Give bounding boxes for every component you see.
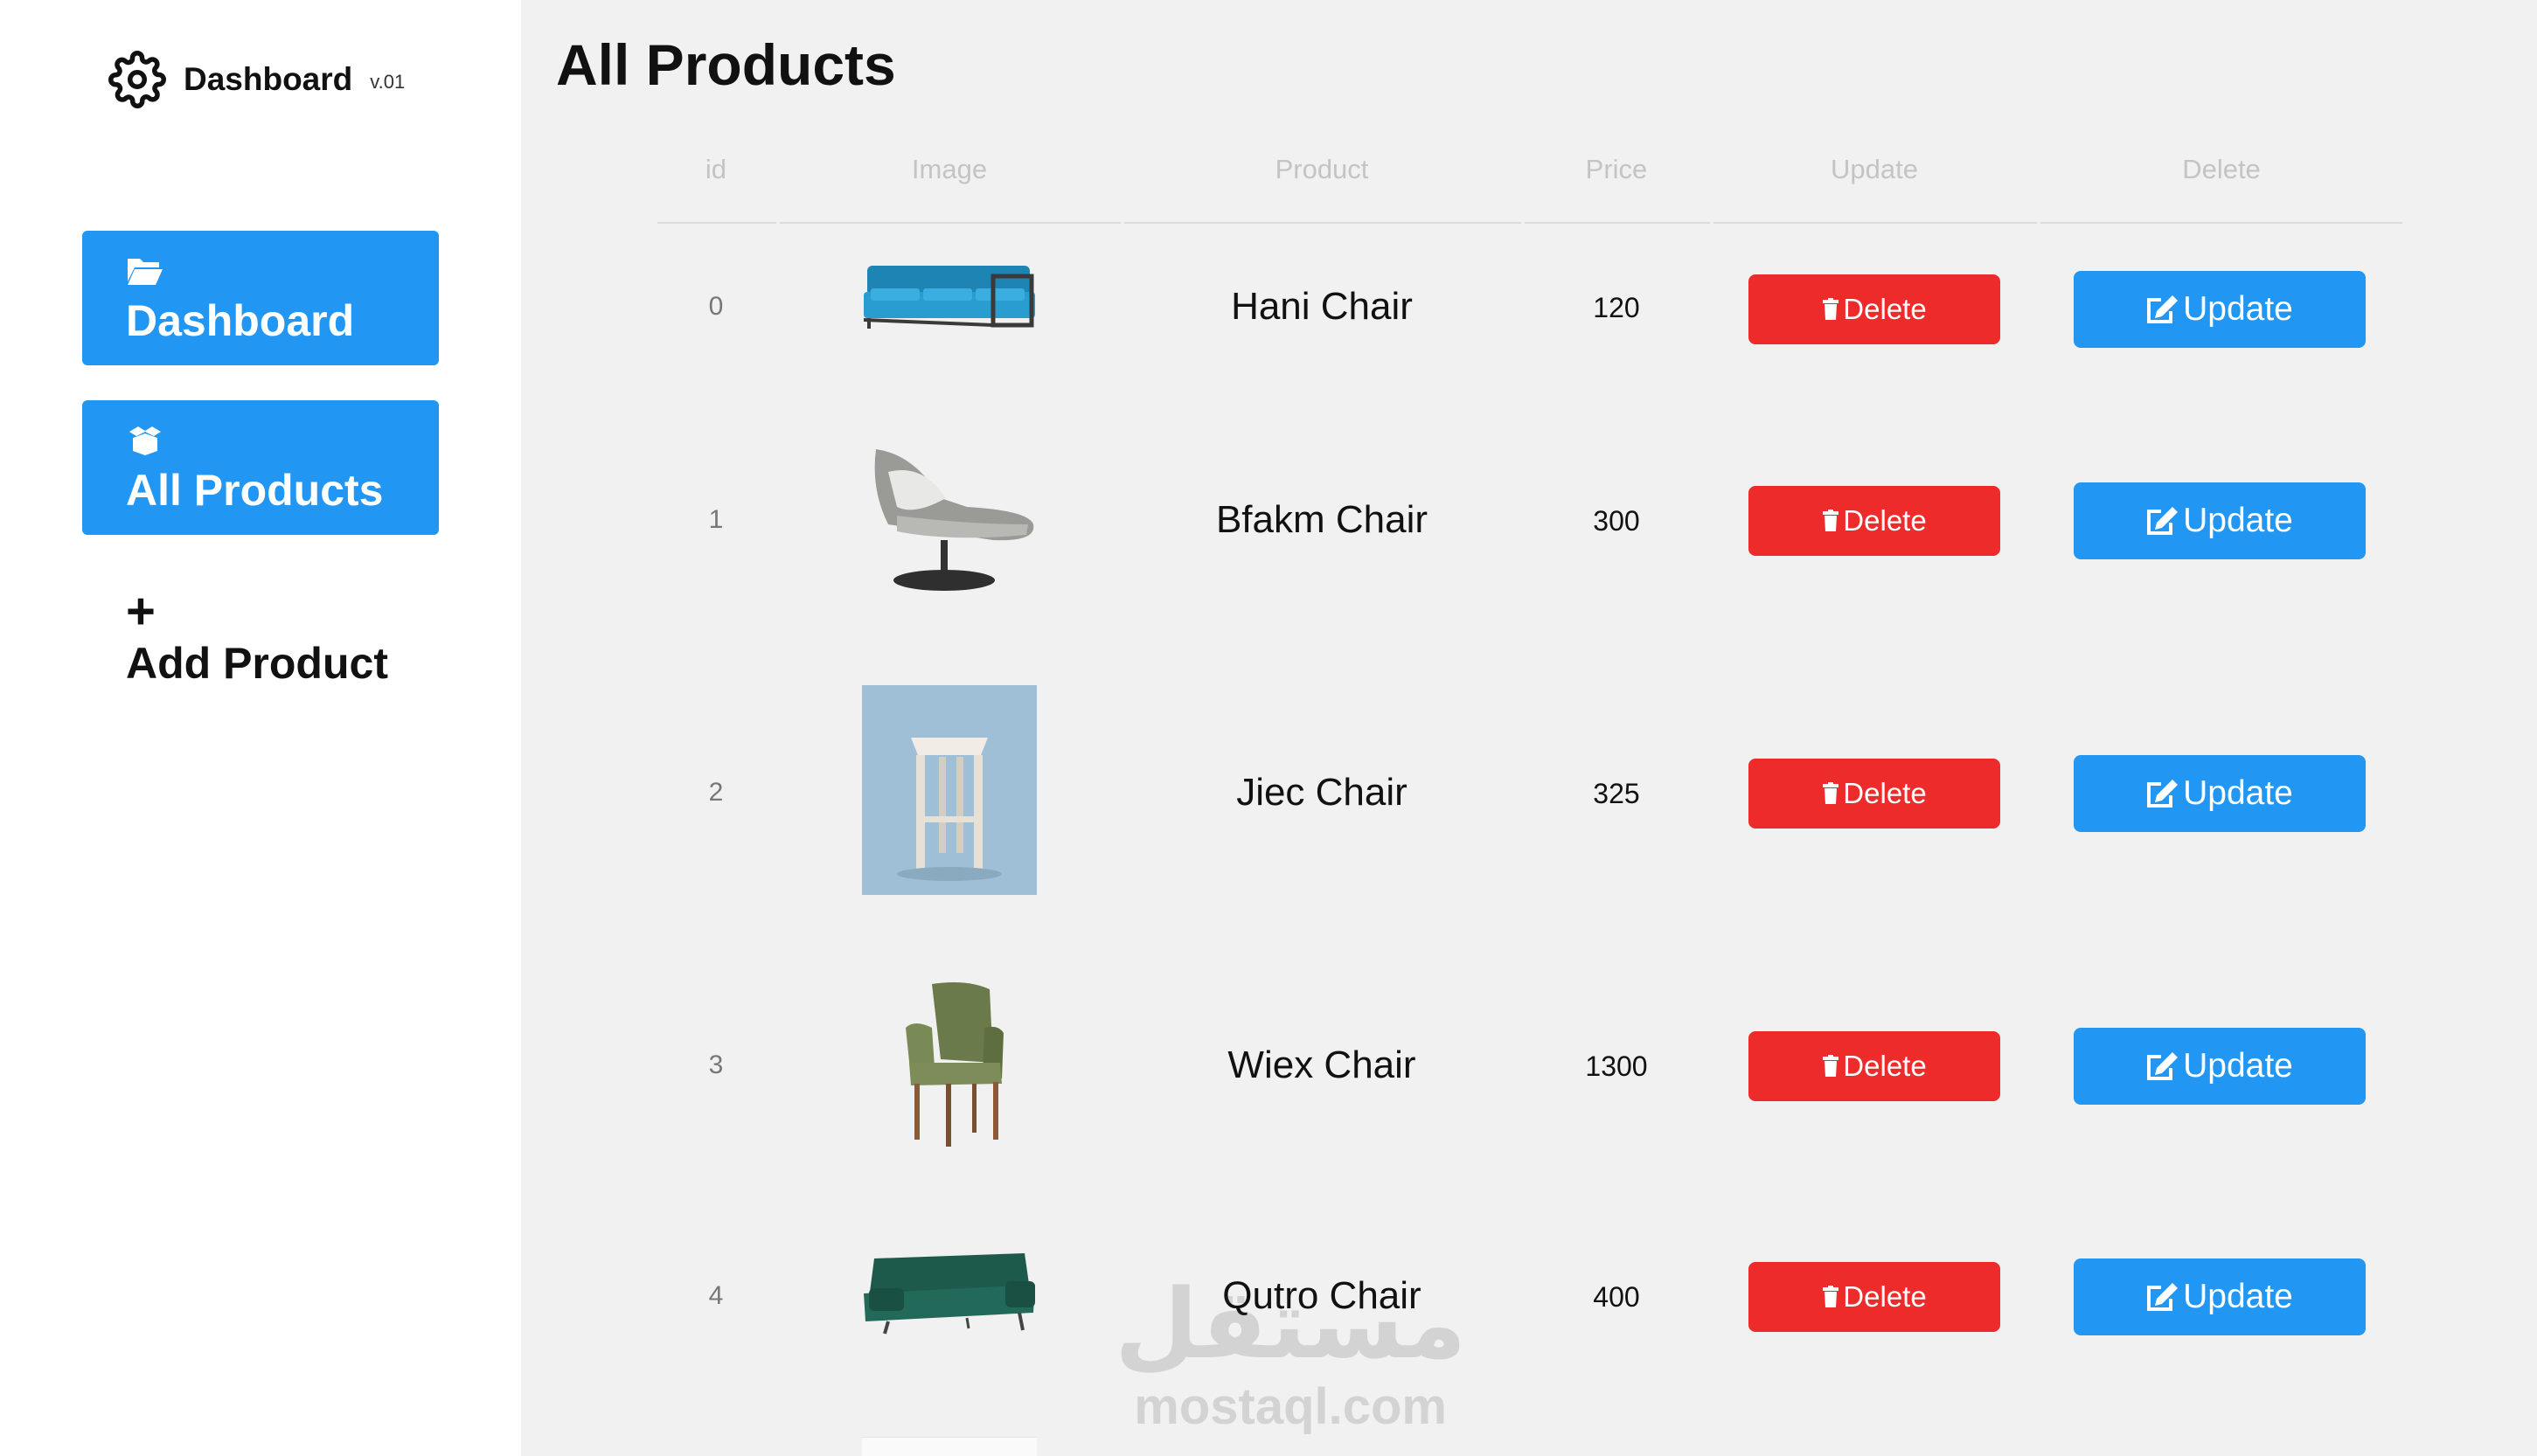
sidebar: Dashboard v.01 Dashboard All Products + … <box>0 0 521 1456</box>
watermark-latin: mostaql.com <box>1134 1378 1448 1435</box>
delete-label: Delete <box>1843 293 1927 325</box>
cell-product-name: Hani Chair <box>1231 285 1413 328</box>
delete-button[interactable]: Delete <box>1748 1031 2000 1101</box>
plus-icon: + <box>126 583 156 640</box>
page-title: All Products <box>556 32 896 97</box>
cell-product-name: Bfakm Chair <box>1215 498 1428 541</box>
cell-price: 1300 <box>1585 1050 1648 1082</box>
folder-open-icon <box>128 259 163 285</box>
delete-label: Delete <box>1843 777 1927 809</box>
column-header-id: id <box>705 154 727 184</box>
sidebar-item-label: Dashboard <box>126 296 355 345</box>
trash-icon <box>1823 782 1839 804</box>
sidebar-item-dashboard[interactable]: Dashboard <box>82 231 439 365</box>
green-armchair-image <box>906 982 1004 1147</box>
edit-icon <box>2147 1052 2179 1080</box>
header-divider <box>1713 222 2037 224</box>
cell-price: 325 <box>1593 778 1640 809</box>
delete-button[interactable]: Delete <box>1748 486 2000 556</box>
trash-icon <box>1823 510 1839 531</box>
sidebar-item-all-products[interactable]: All Products <box>82 400 439 535</box>
header-divider <box>1124 222 1521 224</box>
cell-price: 400 <box>1593 1281 1640 1313</box>
column-header-price: Price <box>1585 154 1648 184</box>
cell-id: 3 <box>708 1050 724 1079</box>
update-button[interactable]: Update <box>2074 1258 2366 1335</box>
trash-icon <box>1823 1286 1839 1307</box>
cell-id: 2 <box>708 778 724 807</box>
edit-icon <box>2147 1283 2179 1311</box>
grey-lounge-chair-image <box>874 449 1034 591</box>
column-header-product: Product <box>1275 154 1369 184</box>
edit-icon <box>2147 295 2179 323</box>
sidebar-item-label: All Products <box>126 466 384 515</box>
update-button[interactable]: Update <box>2074 482 2366 559</box>
update-label: Update <box>2183 774 2293 812</box>
brand: Dashboard v.01 <box>108 49 405 110</box>
cell-price: 300 <box>1593 505 1640 537</box>
delete-label: Delete <box>1843 1280 1927 1313</box>
blue-sofa-image <box>863 266 1035 329</box>
header-divider <box>1525 222 1710 224</box>
partial-row-image <box>862 1437 1037 1456</box>
green-sofa-image <box>864 1253 1035 1335</box>
cell-id: 1 <box>708 505 724 534</box>
brand-title: Dashboard <box>184 61 353 97</box>
delete-button[interactable]: Delete <box>1748 759 2000 829</box>
cell-price: 120 <box>1593 292 1640 323</box>
update-button[interactable]: Update <box>2074 271 2366 348</box>
sidebar-item-label: Add Product <box>126 639 388 688</box>
header-divider <box>657 222 776 224</box>
update-label: Update <box>2183 1047 2293 1085</box>
watermark: مستقل mostaql.com <box>1115 1276 1466 1436</box>
cell-product-name: Wiex Chair <box>1227 1043 1416 1086</box>
wooden-stool-image <box>862 685 1037 895</box>
trash-icon <box>1823 1055 1839 1077</box>
update-button[interactable]: Update <box>2074 755 2366 832</box>
update-label: Update <box>2183 502 2293 539</box>
brand-version: v.01 <box>370 71 406 93</box>
gear-icon <box>108 51 166 108</box>
delete-label: Delete <box>1843 504 1927 537</box>
column-header-update: Update <box>1831 154 1918 184</box>
cell-product-name: Jiec Chair <box>1236 771 1408 814</box>
cell-id: 0 <box>708 292 724 321</box>
edit-icon <box>2147 507 2179 535</box>
update-label: Update <box>2183 290 2293 328</box>
delete-button[interactable]: Delete <box>1748 1262 2000 1332</box>
box-open-icon <box>129 426 161 455</box>
header-divider <box>780 222 1121 224</box>
sidebar-item-add-product[interactable]: + Add Product <box>82 580 439 694</box>
edit-icon <box>2147 780 2179 808</box>
column-header-image: Image <box>911 154 988 184</box>
cell-id: 4 <box>708 1281 724 1310</box>
watermark-arabic: مستقل <box>1115 1268 1467 1380</box>
update-label: Update <box>2183 1278 2293 1315</box>
header-divider <box>2040 222 2402 224</box>
column-header-delete: Delete <box>2182 154 2261 184</box>
delete-label: Delete <box>1843 1050 1927 1082</box>
trash-icon <box>1823 298 1839 320</box>
update-button[interactable]: Update <box>2074 1028 2366 1105</box>
delete-button[interactable]: Delete <box>1748 274 2000 344</box>
